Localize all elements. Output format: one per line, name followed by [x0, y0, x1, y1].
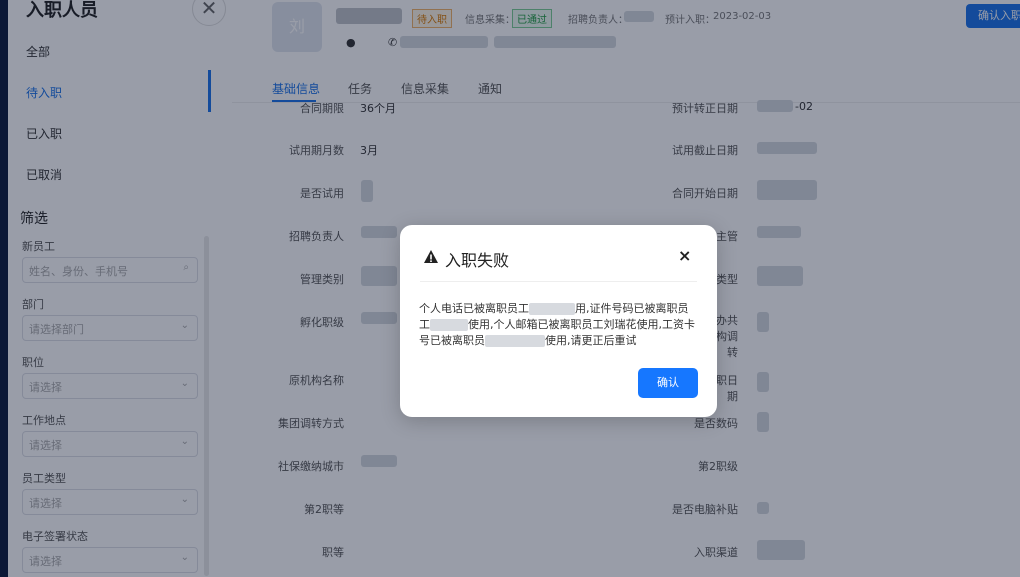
message-part: 使用,个人邮箱已被离职员工刘瑞花使用,工资卡 — [468, 318, 695, 331]
message-part: 用,证件号码已被离职员 — [575, 302, 689, 315]
message-redacted — [529, 303, 575, 315]
warning-icon — [424, 250, 438, 263]
page: 入职人员 ✕ 全部 待入职 已入职 已取消 筛选 新员工 姓名、身份、手机号 ⌕… — [0, 0, 1020, 577]
dialog-message: 个人电话已被离职员工 用,证件号码已被离职员 工 使用,个人邮箱已被离职员工刘瑞花使… — [419, 301, 699, 349]
message-part: 工 — [419, 318, 430, 331]
dialog-divider — [420, 281, 697, 282]
dialog-close-icon[interactable]: × — [678, 246, 691, 265]
message-part: 使用,请更正后重试 — [545, 334, 637, 347]
error-dialog: 入职失败 × 个人电话已被离职员工 用,证件号码已被离职员 工 使用,个人邮箱已被离… — [400, 225, 717, 417]
dialog-title: 入职失败 — [445, 251, 510, 270]
message-part: 个人电话已被离职员工 — [419, 302, 529, 315]
message-part: 号已被离职员 — [419, 334, 485, 347]
message-redacted — [430, 319, 468, 331]
dialog-confirm-button[interactable]: 确认 — [638, 368, 698, 398]
message-redacted — [485, 335, 545, 347]
